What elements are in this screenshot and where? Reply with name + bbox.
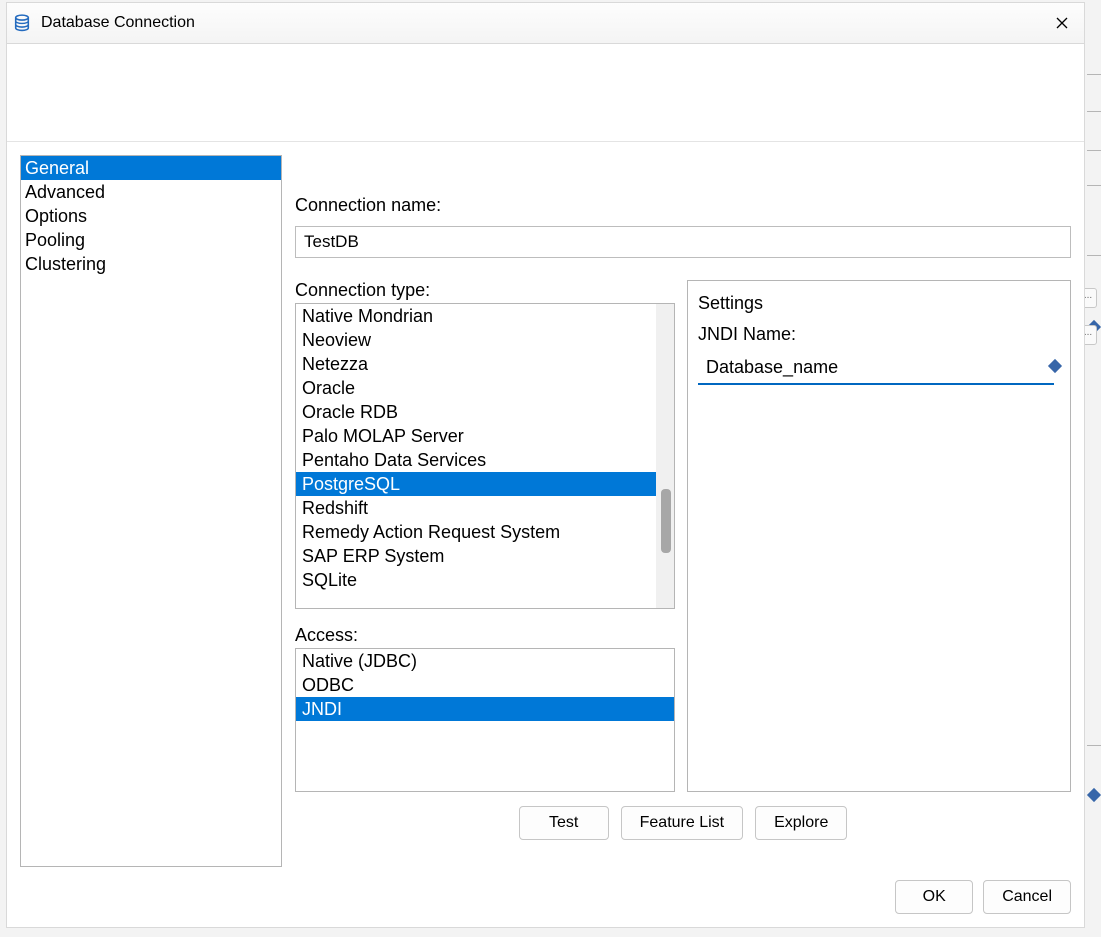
connection-type-label: Connection type: xyxy=(295,280,675,301)
connection-type-item[interactable]: Redshift xyxy=(296,496,674,520)
titlebar: Database Connection xyxy=(7,3,1084,44)
database-icon xyxy=(13,14,31,32)
access-label: Access: xyxy=(295,625,675,646)
connection-type-item[interactable]: SQLite xyxy=(296,568,674,592)
close-icon xyxy=(1056,17,1068,29)
connection-type-item[interactable]: SAP ERP System xyxy=(296,544,674,568)
scrollbar-track[interactable] xyxy=(656,304,674,608)
close-button[interactable] xyxy=(1040,3,1084,43)
test-button[interactable]: Test xyxy=(519,806,609,840)
nav-item-options[interactable]: Options xyxy=(21,204,281,228)
scrollbar-thumb[interactable] xyxy=(661,489,671,553)
header-spacer xyxy=(7,44,1084,142)
connection-type-item[interactable]: Palo MOLAP Server xyxy=(296,424,674,448)
access-list[interactable]: Native (JDBC)ODBCJNDI xyxy=(295,648,675,792)
connection-type-item[interactable]: Neoview xyxy=(296,328,674,352)
feature-list-button[interactable]: Feature List xyxy=(621,806,743,840)
connection-type-item[interactable]: Remedy Action Request System xyxy=(296,520,674,544)
connection-type-item[interactable]: Pentaho Data Services xyxy=(296,448,674,472)
settings-title: Settings xyxy=(698,293,1060,314)
category-list[interactable]: GeneralAdvancedOptionsPoolingClustering xyxy=(20,155,282,867)
connection-type-item[interactable]: Oracle xyxy=(296,376,674,400)
access-item[interactable]: Native (JDBC) xyxy=(296,649,674,673)
explore-button[interactable]: Explore xyxy=(755,806,847,840)
nav-item-general[interactable]: General xyxy=(21,156,281,180)
cancel-button[interactable]: Cancel xyxy=(983,880,1071,914)
connection-type-item[interactable]: Native Mondrian xyxy=(296,304,674,328)
jndi-name-input[interactable] xyxy=(698,351,1054,385)
connection-name-label: Connection name: xyxy=(295,195,1071,216)
window-title: Database Connection xyxy=(41,14,1040,32)
nav-item-pooling[interactable]: Pooling xyxy=(21,228,281,252)
nav-item-advanced[interactable]: Advanced xyxy=(21,180,281,204)
settings-panel: Settings JNDI Name: xyxy=(687,280,1071,792)
connection-type-item[interactable]: Oracle RDB xyxy=(296,400,674,424)
connection-type-item[interactable]: Netezza xyxy=(296,352,674,376)
jndi-name-label: JNDI Name: xyxy=(698,324,1060,345)
nav-item-clustering[interactable]: Clustering xyxy=(21,252,281,276)
connection-type-item[interactable]: PostgreSQL xyxy=(296,472,660,496)
database-connection-dialog: Database Connection GeneralAdvancedOptio… xyxy=(6,2,1085,928)
access-item[interactable]: JNDI xyxy=(296,697,674,721)
connection-name-input[interactable] xyxy=(295,226,1071,258)
ok-button[interactable]: OK xyxy=(895,880,973,914)
diamond-icon xyxy=(1087,788,1101,802)
connection-type-list[interactable]: Native MondrianNeoviewNetezzaOracleOracl… xyxy=(295,303,675,609)
access-item[interactable]: ODBC xyxy=(296,673,674,697)
